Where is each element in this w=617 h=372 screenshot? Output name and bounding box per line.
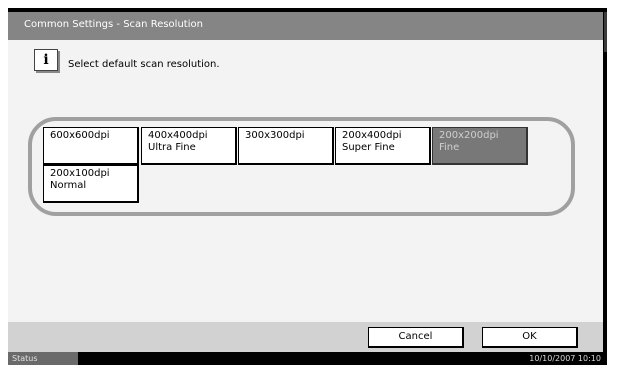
option-200x400dpi-super-fine[interactable]: 200x400dpi Super Fine bbox=[335, 127, 431, 165]
option-300x300dpi[interactable]: 300x300dpi bbox=[238, 127, 334, 165]
option-line1: 200x400dpi bbox=[342, 130, 402, 141]
status-bar: Status 10/10/2007 10:10 bbox=[8, 352, 607, 365]
option-600x600dpi[interactable]: 600x600dpi bbox=[43, 127, 139, 165]
cancel-button[interactable]: Cancel bbox=[368, 327, 464, 348]
option-line2: Fine bbox=[439, 142, 460, 153]
info-icon: i bbox=[34, 49, 58, 71]
ok-button[interactable]: OK bbox=[482, 327, 578, 348]
option-200x200dpi-fine[interactable]: 200x200dpi Fine bbox=[432, 127, 528, 165]
status-button[interactable]: Status bbox=[8, 352, 78, 365]
option-line2: Super Fine bbox=[342, 142, 395, 153]
option-400x400dpi-ultra-fine[interactable]: 400x400dpi Ultra Fine bbox=[141, 127, 237, 165]
option-200x100dpi-normal[interactable]: 200x100dpi Normal bbox=[43, 165, 139, 203]
status-datetime: 10/10/2007 10:10 bbox=[529, 354, 601, 363]
scrollbar bbox=[603, 12, 607, 340]
option-line1: 300x300dpi bbox=[245, 130, 305, 141]
option-line1: 200x100dpi bbox=[50, 168, 110, 179]
option-line1: 400x400dpi bbox=[148, 130, 208, 141]
window-title: Common Settings - Scan Resolution bbox=[24, 19, 203, 30]
option-line2: Ultra Fine bbox=[148, 142, 196, 153]
info-message: Select default scan resolution. bbox=[68, 59, 220, 70]
option-line1: 600x600dpi bbox=[50, 130, 110, 141]
option-line1: 200x200dpi bbox=[439, 130, 499, 141]
option-line2: Normal bbox=[50, 180, 87, 191]
scroll-thumb bbox=[604, 12, 607, 52]
title-bar: Common Settings - Scan Resolution bbox=[8, 12, 603, 40]
